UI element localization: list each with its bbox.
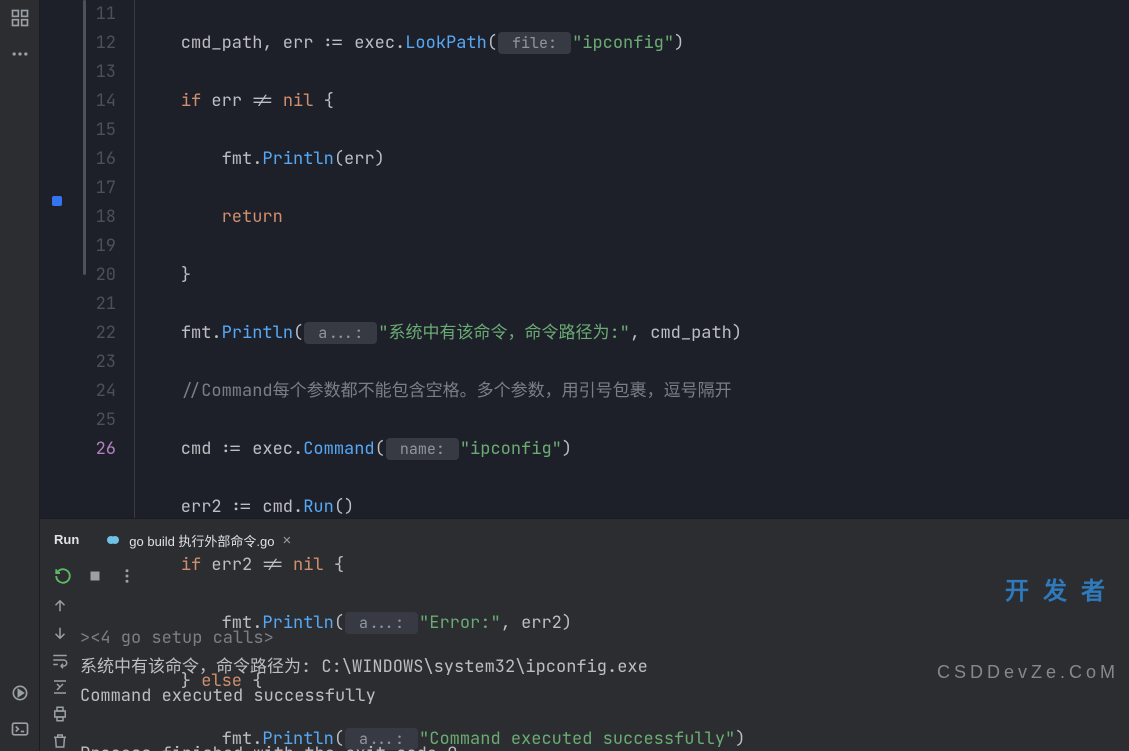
inlay-hint: name: bbox=[386, 438, 459, 460]
soft-wrap-icon[interactable] bbox=[51, 651, 69, 669]
more-icon[interactable] bbox=[8, 42, 32, 66]
editor-area: 11 12 13 14 15 16 17 18 19 20 21 22 23 2… bbox=[40, 0, 1129, 518]
editor-scrollbar[interactable] bbox=[83, 0, 86, 275]
line-number[interactable]: 13 bbox=[66, 58, 116, 87]
code-editor[interactable]: cmd_path, err := exec.LookPath( file: "i… bbox=[134, 0, 1129, 518]
line-number[interactable]: 26 bbox=[66, 435, 116, 464]
line-number[interactable]: 14 bbox=[66, 87, 116, 116]
terminal-icon[interactable] bbox=[8, 717, 32, 741]
line-number[interactable]: 19 bbox=[66, 232, 116, 261]
line-number[interactable]: 18 bbox=[66, 203, 116, 232]
line-number[interactable]: 20 bbox=[66, 261, 116, 290]
line-number[interactable]: 15 bbox=[66, 116, 116, 145]
line-number[interactable]: 23 bbox=[66, 348, 116, 377]
line-number[interactable]: 21 bbox=[66, 290, 116, 319]
run-panel-label[interactable]: Run bbox=[40, 519, 93, 559]
line-number[interactable]: 16 bbox=[66, 145, 116, 174]
trash-icon[interactable] bbox=[51, 732, 69, 750]
line-number[interactable]: 17 bbox=[66, 174, 116, 203]
grid-icon[interactable] bbox=[8, 6, 32, 30]
main-area: 11 12 13 14 15 16 17 18 19 20 21 22 23 2… bbox=[40, 0, 1129, 751]
rerun-icon[interactable] bbox=[54, 567, 72, 585]
go-file-icon bbox=[105, 532, 121, 548]
left-tool-rail bbox=[0, 0, 40, 751]
line-number[interactable]: 11 bbox=[66, 0, 116, 29]
arrow-up-icon[interactable] bbox=[51, 597, 69, 615]
line-number[interactable]: 24 bbox=[66, 377, 116, 406]
breakpoint-stripe[interactable] bbox=[40, 0, 66, 518]
inlay-hint: file: bbox=[498, 32, 571, 54]
print-icon[interactable] bbox=[51, 705, 69, 723]
inlay-hint: a...: bbox=[304, 322, 377, 344]
line-number[interactable]: 22 bbox=[66, 319, 116, 348]
console-line: Command executed successfully bbox=[80, 685, 376, 707]
scroll-end-icon[interactable] bbox=[51, 678, 69, 696]
line-number[interactable]: 25 bbox=[66, 406, 116, 435]
console-wrap: ><4 go setup calls> 系统中有该命令，命令路径为: C:\WI… bbox=[40, 593, 1129, 751]
arrow-down-icon[interactable] bbox=[51, 624, 69, 642]
watermark-line2: CSDDevZe.CoM bbox=[937, 658, 1119, 687]
console-gutter bbox=[40, 593, 80, 751]
stop-icon[interactable] bbox=[86, 567, 104, 585]
indent-guide bbox=[134, 0, 135, 518]
run-nav-icon[interactable] bbox=[8, 681, 32, 705]
line-number[interactable]: 12 bbox=[66, 29, 116, 58]
console-line: 系统中有该命令，命令路径为: C:\WINDOWS\system32\ipcon… bbox=[80, 656, 648, 678]
line-number-gutter[interactable]: 11 12 13 14 15 16 17 18 19 20 21 22 23 2… bbox=[66, 0, 134, 518]
console-line: ><4 go setup calls> bbox=[80, 627, 274, 649]
bookmark-marker[interactable] bbox=[52, 196, 62, 206]
console-output[interactable]: ><4 go setup calls> 系统中有该命令，命令路径为: C:\WI… bbox=[80, 593, 1129, 751]
console-line: Process finished with the exit code 0 bbox=[80, 743, 457, 751]
